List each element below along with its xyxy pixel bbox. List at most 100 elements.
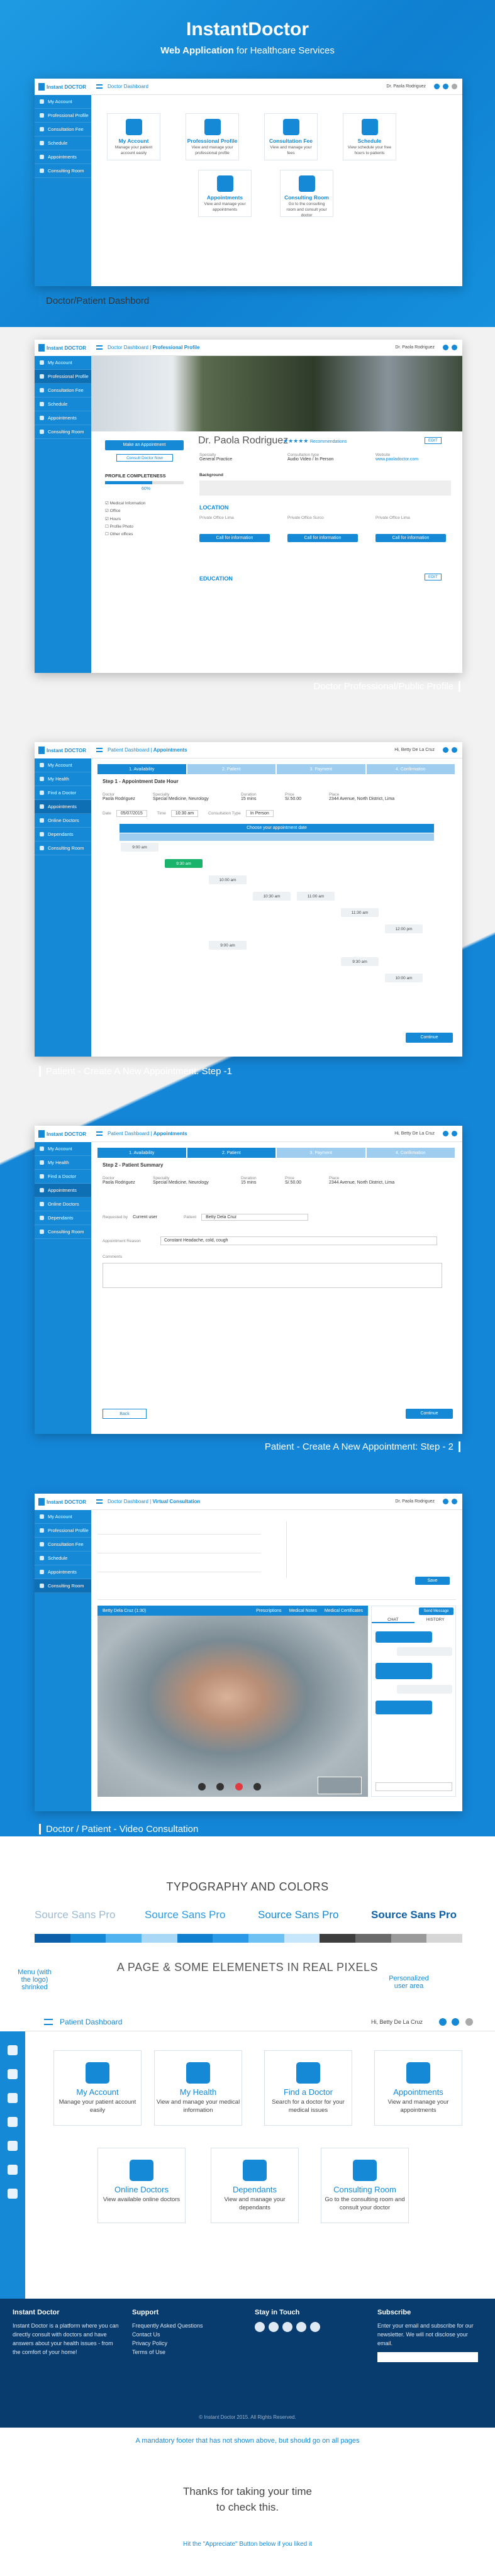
send-message-button[interactable]: Send Message [419,1607,453,1615]
sidebar-item-my-account[interactable]: My Account [35,1510,91,1524]
time-slot[interactable]: 12:00 pm [385,924,423,933]
notification-icon[interactable] [443,345,448,350]
sidebar-item-consulting-room[interactable]: Consulting Room [35,841,91,855]
card-consulting-room[interactable]: Consulting Room Go to the consulting room… [321,2148,409,2223]
message-icon[interactable] [452,1499,457,1504]
sidebar-item-dependants[interactable]: Dependants [35,828,91,841]
time-slot[interactable]: 9:00 am [209,941,247,950]
demo-user-name[interactable]: Hi, Betty De La Cruz [371,2019,423,2025]
sidebar-item-appointments[interactable]: Appointments [35,411,91,425]
tab-certificates[interactable]: Medical Certificates [325,1609,363,1613]
call-button[interactable]: Call for information [287,534,358,542]
message-icon[interactable] [443,84,448,89]
menu-icon[interactable] [96,345,103,350]
health-icon[interactable] [8,2069,18,2079]
time-slot[interactable]: 10:30 am [253,892,291,901]
save-button[interactable]: Save [415,1577,450,1585]
sidebar-item-appointments[interactable]: Appointments [35,800,91,814]
online-icon[interactable] [8,2141,18,2151]
user-name[interactable]: Hi, Betty De La Cruz [394,1131,435,1136]
card-appointments[interactable]: Appointments View and manage your appoint… [374,2050,462,2126]
sidebar-item-consultation-fee[interactable]: Consultation Fee [35,123,91,136]
tab-medical-notes[interactable]: Medical Notes [289,1609,317,1613]
settings-icon[interactable] [452,84,457,89]
card-dependants[interactable]: Dependants View and manage your dependant… [211,2148,299,2223]
room-icon[interactable] [8,2189,18,2199]
continue-button[interactable]: Continue [406,1409,453,1419]
time-slot[interactable]: 9:30 am [165,859,203,868]
card-appointments[interactable]: Appointments View and manage your appoint… [198,170,252,217]
sidebar-item-consultation-fee[interactable]: Consultation Fee [35,384,91,397]
sidebar-item-consulting-room[interactable]: Consulting Room [35,164,91,178]
user-name[interactable]: Dr. Paola Rodriguez [395,1499,435,1504]
dependants-icon[interactable] [8,2165,18,2175]
sidebar-item-appointments[interactable]: Appointments [35,1184,91,1197]
tab-chat[interactable]: CHAT [372,1618,414,1623]
edit-button[interactable]: EDIT [425,437,442,444]
card-schedule[interactable]: Schedule View schedule your free hours to… [343,113,396,160]
time-slot[interactable]: 9:00 am [121,843,159,852]
user-icon[interactable] [8,2045,18,2055]
calendar-icon[interactable] [8,2117,18,2127]
settings-icon[interactable] [465,2018,473,2026]
sidebar-item-online-doctors[interactable]: Online Doctors [35,814,91,828]
sidebar-item-online-doctors[interactable]: Online Doctors [35,1197,91,1211]
sidebar-item-consulting-room[interactable]: Consulting Room [35,1225,91,1239]
search-doctor-icon[interactable] [8,2093,18,2103]
sidebar-item-professional-profile[interactable]: Professional Profile [35,370,91,384]
subscribe-input[interactable] [377,2351,478,2362]
card-professional-profile[interactable]: Professional Profile View and manage your… [186,113,239,160]
youtube-icon[interactable] [296,2322,306,2333]
notification-icon[interactable] [443,1131,448,1136]
chat-input[interactable] [375,1782,452,1791]
sidebar-item-find-doctor[interactable]: Find a Doctor [35,786,91,800]
card-consulting-room[interactable]: Consulting Room Go to the consulting room… [280,170,333,218]
menu-icon[interactable] [96,1131,103,1136]
time-slot[interactable]: 10:00 am [209,875,247,884]
message-icon[interactable] [452,747,457,753]
tab-prescriptions[interactable]: Prescriptions [256,1609,281,1613]
sidebar-item-professional-profile[interactable]: Professional Profile [35,1524,91,1538]
sidebar-item-schedule[interactable]: Schedule [35,397,91,411]
user-name[interactable]: Dr. Paola Rodriguez [386,84,426,89]
reason-input[interactable]: Constant Headache, cold, cough [160,1236,437,1245]
menu-icon[interactable] [96,748,103,752]
mic-icon[interactable] [198,1783,206,1790]
sidebar-item-appointments[interactable]: Appointments [35,150,91,164]
check-item[interactable]: ☑ Medical Information [105,500,145,508]
hangup-icon[interactable] [235,1783,243,1790]
sidebar-item-my-account[interactable]: My Account [35,1142,91,1156]
fullscreen-icon[interactable] [253,1783,261,1790]
time-slot[interactable]: 10:00 am [385,974,423,982]
sidebar-item-schedule[interactable]: Schedule [35,136,91,150]
notification-icon[interactable] [443,1499,448,1504]
time-slot[interactable]: 11:00 am [297,892,335,901]
sidebar-item-my-account[interactable]: My Account [35,356,91,370]
check-item[interactable]: ☐ Other offices [105,531,145,538]
sidebar-item-professional-profile[interactable]: Professional Profile [35,109,91,123]
call-button[interactable]: Call for information [199,534,270,542]
type-select[interactable]: In Person [245,810,274,817]
make-appointment-button[interactable]: Make an Appointment [105,440,184,450]
check-item[interactable]: ☑ Office [105,508,145,515]
sidebar-item-schedule[interactable]: Schedule [35,1552,91,1565]
sidebar-item-my-health[interactable]: My Health [35,1156,91,1170]
date-input[interactable]: 05/07/2015 [116,810,147,817]
time-slot[interactable]: 11:30 am [341,908,379,917]
demo-menu-icon[interactable] [44,2019,53,2025]
user-name[interactable]: Dr. Paola Rodriguez [395,345,435,350]
user-name[interactable]: Hi, Betty De La Cruz [394,748,435,752]
comments-input[interactable] [103,1263,442,1288]
sidebar-item-my-health[interactable]: My Health [35,772,91,786]
sidebar-item-find-doctor[interactable]: Find a Doctor [35,1170,91,1184]
card-consultation-fee[interactable]: Consultation Fee View and manage your fee… [264,113,318,160]
camera-icon[interactable] [216,1783,225,1790]
card-my-account[interactable]: My Account Manage your patient account ea… [53,2050,142,2126]
card-online-doctors[interactable]: Online Doctors View available online doct… [97,2148,186,2223]
footer-link[interactable]: Frequently Asked Questions [132,2322,226,2331]
google-icon[interactable] [282,2322,292,2333]
message-icon[interactable] [452,345,457,350]
card-my-account[interactable]: My Account Manage your patient account ea… [107,113,160,160]
sidebar-item-dependants[interactable]: Dependants [35,1211,91,1225]
call-button[interactable]: Call for information [375,534,446,542]
